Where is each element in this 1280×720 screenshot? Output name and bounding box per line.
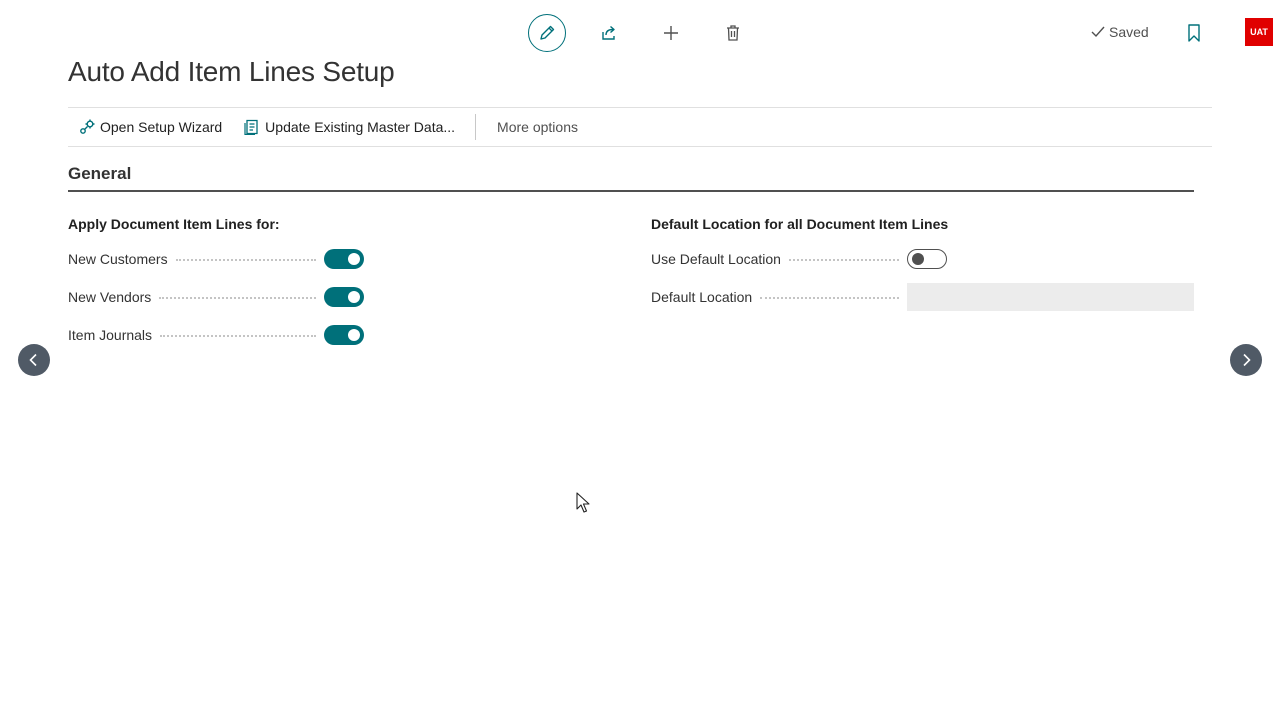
field-leader-dots <box>159 297 316 299</box>
page-actions <box>528 14 752 52</box>
bookmark-button[interactable] <box>1185 22 1203 44</box>
new-button[interactable] <box>652 14 690 52</box>
apply-group-caption: Apply Document Item Lines for: <box>68 216 280 232</box>
delete-button[interactable] <box>714 14 752 52</box>
field-label: Default Location <box>651 289 753 305</box>
field-label: New Vendors <box>68 289 152 305</box>
general-fasttab-header: General <box>68 164 1194 192</box>
page-title: Auto Add Item Lines Setup <box>68 56 395 87</box>
previous-record-button[interactable] <box>18 344 50 376</box>
field-new-customers: New Customers <box>68 245 364 273</box>
open-setup-wizard-action[interactable]: Open Setup Wizard <box>79 108 222 146</box>
field-item-journals: Item Journals <box>68 321 364 349</box>
field-label: Use Default Location <box>651 251 781 267</box>
share-button[interactable] <box>590 14 628 52</box>
update-master-data-action[interactable]: Update Existing Master Data... <box>244 108 455 146</box>
trash-icon <box>727 25 739 41</box>
document-list-icon <box>244 119 258 135</box>
field-leader-dots <box>175 259 316 261</box>
more-options-action[interactable]: More options <box>497 108 578 146</box>
checkmark-icon <box>1091 26 1105 38</box>
open-setup-wizard-label: Open Setup Wizard <box>100 119 223 135</box>
use-default-location-toggle[interactable] <box>907 249 947 269</box>
default-location-input[interactable] <box>907 283 1194 311</box>
environment-badge[interactable]: UAT <box>1245 18 1273 46</box>
location-group-caption: Default Location for all Document Item L… <box>651 216 949 232</box>
pencil-icon <box>540 25 555 40</box>
field-leader-dots <box>160 335 316 337</box>
chevron-left-icon <box>29 353 37 367</box>
save-status-text: Saved <box>1109 24 1149 40</box>
new-vendors-toggle[interactable] <box>324 287 364 307</box>
next-record-button[interactable] <box>1230 344 1262 376</box>
field-leader-dots <box>788 259 899 261</box>
field-leader-dots <box>760 297 899 299</box>
plus-icon <box>664 26 678 40</box>
setup-wizard-icon <box>80 119 95 134</box>
chevron-right-icon <box>1243 353 1251 367</box>
edit-button[interactable] <box>528 14 566 52</box>
field-use-default-location: Use Default Location <box>651 245 947 273</box>
bookmark-icon <box>1188 24 1200 42</box>
item-journals-toggle[interactable] <box>324 325 364 345</box>
more-options-label: More options <box>497 119 578 135</box>
field-label: New Customers <box>68 251 168 267</box>
new-customers-toggle[interactable] <box>324 249 364 269</box>
field-label: Item Journals <box>68 327 153 343</box>
share-icon <box>602 25 615 40</box>
save-status: Saved <box>1091 24 1149 40</box>
action-bar: Open Setup Wizard Update Existing Master… <box>68 107 1212 147</box>
field-default-location: Default Location <box>651 283 1194 311</box>
general-fasttab-title[interactable]: General <box>68 164 131 183</box>
field-new-vendors: New Vendors <box>68 283 364 311</box>
update-master-data-label: Update Existing Master Data... <box>265 119 456 135</box>
action-bar-divider <box>475 114 477 140</box>
mouse-pointer-icon <box>576 492 590 513</box>
